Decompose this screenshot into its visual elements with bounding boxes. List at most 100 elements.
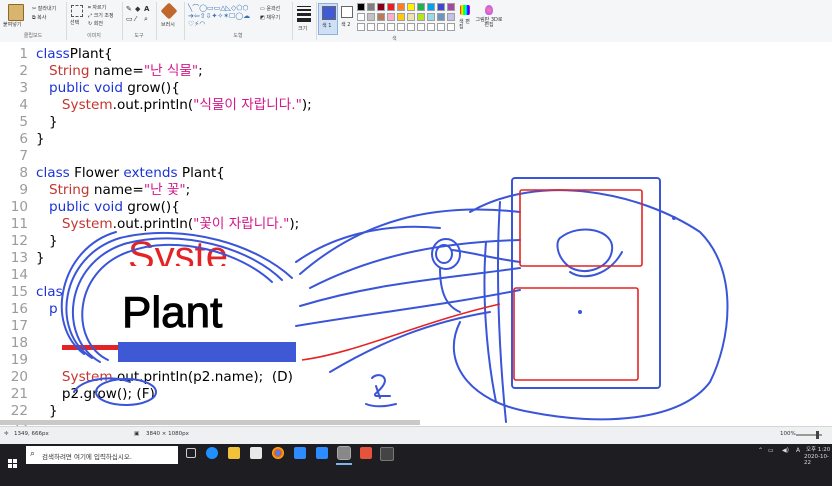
palette-swatch[interactable]: [417, 13, 425, 21]
size-icon[interactable]: [297, 18, 311, 22]
resize-button[interactable]: ⤢ 크기 조정: [88, 12, 114, 19]
palette-swatch[interactable]: [367, 23, 375, 31]
palette-swatch[interactable]: [407, 23, 415, 31]
search-icon: ⌕: [30, 449, 36, 459]
palette-swatch[interactable]: [447, 23, 455, 31]
shapes-group: ╲⌒◯▭▭△◺◇⬠⬡ ➔⇦⇧⇩✦✧✶☐◯☁ ♡⚡◠ ▭ 윤곽선 ◩ 채우기 도형: [184, 2, 293, 40]
file-explorer-icon[interactable]: [228, 447, 240, 459]
ribbon: 붙여넣기 ✂ 잘라내기 ⧉ 복사 클립보드 선택 ⌗ 자르기 ⤢ 크기 조정 ↻…: [0, 0, 832, 43]
shapes-gallery-row3-icon[interactable]: ♡⚡◠: [188, 21, 205, 28]
shapes-group-label: 도형: [233, 33, 243, 39]
cursor-position-icon: ✛: [4, 431, 9, 437]
palette-swatch[interactable]: [387, 3, 395, 11]
palette-swatch[interactable]: [377, 3, 385, 11]
palette-swatch[interactable]: [357, 13, 365, 21]
palette-swatch[interactable]: [447, 3, 455, 11]
zoom-level: 100%: [780, 431, 796, 437]
palette-swatch[interactable]: [367, 13, 375, 21]
paint3d-button[interactable]: 그림판 3D로 편집: [474, 3, 504, 33]
fill-icon[interactable]: ◆: [135, 5, 140, 13]
image-size-icon: ▣: [134, 431, 140, 437]
pencil-icon[interactable]: ✎: [126, 5, 132, 13]
palette-swatch[interactable]: [357, 23, 365, 31]
cut-button[interactable]: ✂ 잘라내기: [32, 5, 56, 12]
volume-icon[interactable]: ◀): [782, 447, 789, 454]
select-icon[interactable]: [71, 5, 83, 17]
shapes-gallery-row2-icon[interactable]: ➔⇦⇧⇩✦✧✶☐◯☁: [188, 13, 250, 20]
network-icon[interactable]: ▭: [768, 447, 774, 454]
crop-button[interactable]: ⌗ 자르기: [88, 4, 106, 11]
outline-button[interactable]: ▭ 윤곽선: [260, 5, 280, 12]
brushes-button[interactable]: 브러시: [161, 21, 175, 28]
clipboard-group-label: 클립보드: [23, 33, 43, 39]
magnifier-icon[interactable]: ⌕: [144, 15, 148, 24]
chrome-icon[interactable]: [272, 447, 284, 459]
clock-date[interactable]: 2020-10-22: [804, 454, 832, 466]
palette-swatch[interactable]: [387, 23, 395, 31]
copy-button[interactable]: ⧉ 복사: [32, 14, 46, 21]
palette-swatch[interactable]: [377, 13, 385, 21]
palette-swatch[interactable]: [407, 3, 415, 11]
edge-icon[interactable]: [206, 447, 218, 459]
horizontal-scrollbar[interactable]: [0, 420, 420, 425]
image-group: 선택 ⌗ 자르기 ⤢ 크기 조정 ↻ 회전 이미지: [66, 2, 123, 40]
zoom-app-icon[interactable]: [294, 447, 306, 459]
palette-swatch[interactable]: [357, 3, 365, 11]
paste-button[interactable]: 붙여넣기: [3, 21, 21, 28]
edit-colors-label: 색 편집: [459, 19, 470, 30]
paste-icon[interactable]: [8, 4, 24, 21]
pen-annotations: [60, 177, 729, 423]
color-palette: [357, 3, 457, 33]
paint-canvas[interactable]: 1 classPlant{2 String name="난 식물"; 3 publi…: [0, 42, 832, 426]
palette-swatch[interactable]: [437, 13, 445, 21]
color2-swatch: [341, 6, 353, 18]
paint-icon[interactable]: [337, 446, 351, 460]
rotate-button[interactable]: ↻ 회전: [88, 20, 103, 27]
text-icon[interactable]: A: [144, 5, 149, 13]
palette-swatch[interactable]: [377, 23, 385, 31]
palette-swatch[interactable]: [427, 3, 435, 11]
palette-swatch[interactable]: [437, 3, 445, 11]
fill-button[interactable]: ◩ 채우기: [260, 14, 280, 21]
palette-swatch[interactable]: [427, 13, 435, 21]
color2-button[interactable]: 색 2: [339, 3, 355, 33]
palette-swatch[interactable]: [407, 13, 415, 21]
palette-swatch[interactable]: [367, 3, 375, 11]
select-button[interactable]: 선택: [70, 19, 79, 26]
size-button[interactable]: 크기: [298, 25, 307, 32]
app-icon[interactable]: [360, 447, 372, 459]
palette-swatch[interactable]: [427, 23, 435, 31]
palette-swatch[interactable]: [397, 13, 405, 21]
video-app-icon[interactable]: [316, 447, 328, 459]
palette-swatch[interactable]: [447, 13, 455, 21]
palette-swatch[interactable]: [397, 3, 405, 11]
shapes-gallery-icon[interactable]: ╲⌒◯▭▭△◺◇⬠⬡: [188, 5, 249, 12]
eraser-icon[interactable]: ▭: [126, 15, 133, 23]
brush-icon[interactable]: [160, 2, 178, 20]
palette-swatch[interactable]: [397, 23, 405, 31]
brushes-group: 브러시: [156, 2, 185, 40]
clipboard-group: 붙여넣기 ✂ 잘라내기 ⧉ 복사 클립보드: [0, 2, 67, 40]
edit-colors-icon: [460, 5, 470, 15]
terminal-icon[interactable]: [380, 447, 394, 461]
paint3d-icon: [485, 5, 493, 15]
palette-swatch[interactable]: [437, 23, 445, 31]
image-size: 3840 × 1080px: [146, 431, 189, 437]
size-group: 크기: [292, 2, 317, 40]
clock-time[interactable]: 오후 1:20: [806, 445, 830, 453]
image-group-label: 이미지: [87, 33, 101, 39]
edit-colors-button[interactable]: 색 편집: [458, 3, 472, 33]
color1-button[interactable]: 색 1: [318, 3, 338, 35]
search-placeholder: 검색하려면 여기에 입력하십시오.: [42, 453, 132, 461]
palette-swatch[interactable]: [387, 13, 395, 21]
taskbar-search-box[interactable]: ⌕ 검색하려면 여기에 입력하십시오.: [26, 446, 178, 464]
zoom-slider-thumb[interactable]: [816, 431, 819, 439]
windows-start-icon[interactable]: [8, 459, 18, 469]
palette-swatch[interactable]: [417, 3, 425, 11]
palette-swatch[interactable]: [417, 23, 425, 31]
store-icon[interactable]: [250, 447, 262, 459]
ime-indicator[interactable]: A: [796, 447, 800, 454]
tray-up-icon[interactable]: ⌃: [758, 447, 763, 454]
task-view-icon[interactable]: [186, 448, 196, 458]
color-picker-icon[interactable]: ⁄: [135, 15, 136, 23]
